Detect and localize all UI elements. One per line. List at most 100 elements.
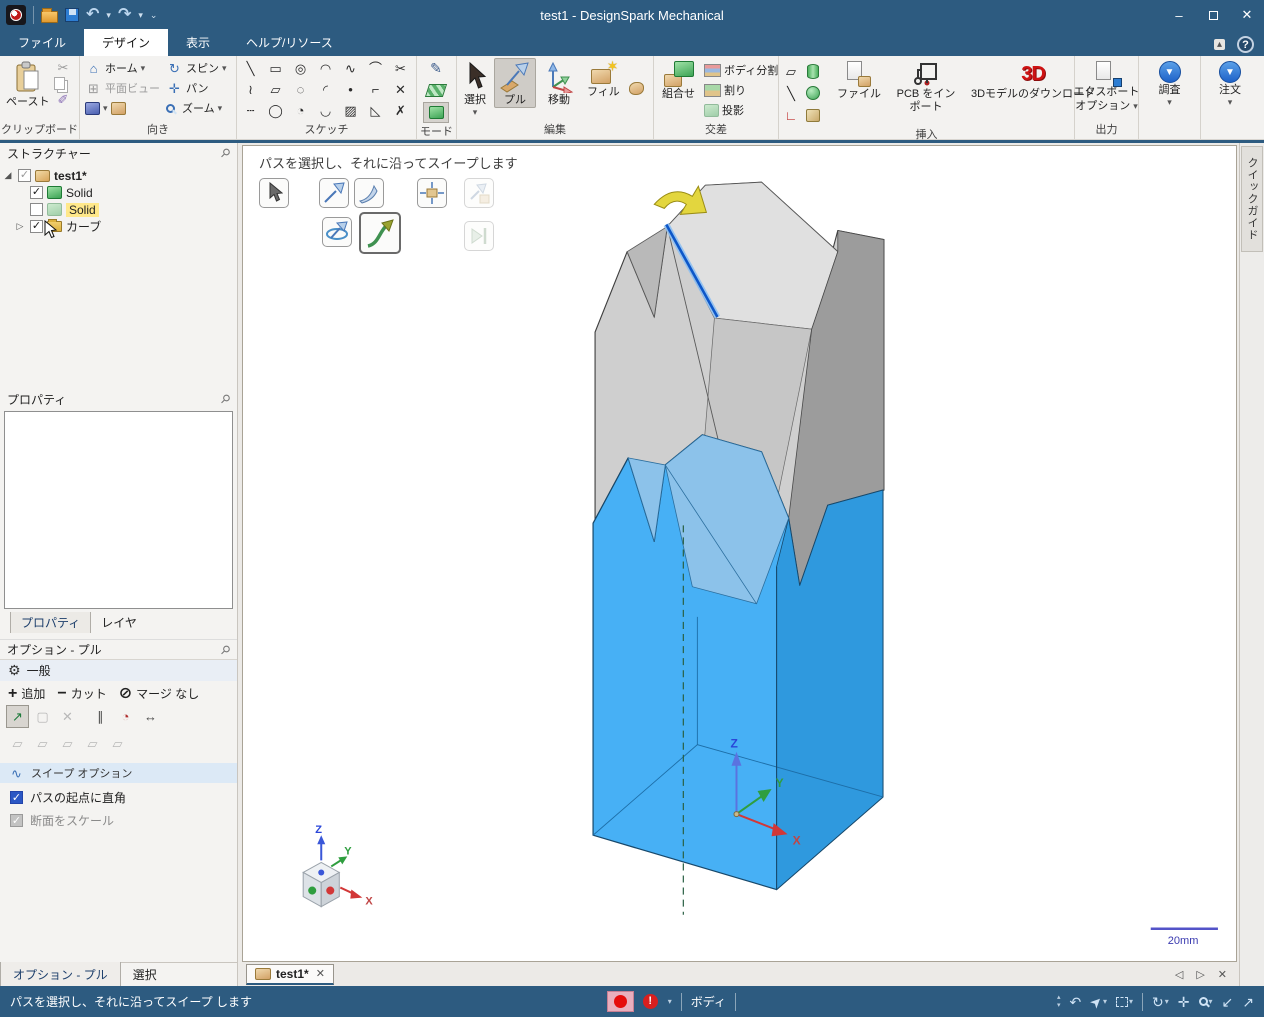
three-point-arc-icon[interactable]: ◜ bbox=[323, 83, 328, 96]
fill-sketch-icon[interactable]: ▨ bbox=[344, 104, 356, 117]
extrude-cube-icon[interactable]: ▱ bbox=[56, 732, 79, 755]
view-cube-button[interactable]: ▾ bbox=[85, 98, 160, 118]
subtract-icon[interactable]: − bbox=[57, 685, 66, 702]
line-icon[interactable]: ╲ bbox=[247, 62, 255, 75]
ruler-icon[interactable]: ↔ bbox=[139, 705, 162, 728]
cut-icon[interactable]: ✂ bbox=[54, 61, 71, 74]
status-pan-icon[interactable]: ✛ bbox=[1178, 995, 1190, 1009]
move-button[interactable]: 移動 bbox=[538, 58, 580, 108]
point-icon[interactable]: • bbox=[348, 83, 353, 96]
ribbon-collapse-icon[interactable]: ▴ bbox=[1213, 39, 1225, 50]
3d-scene[interactable]: Z Y X Z Y X 20mm bbox=[243, 146, 1236, 961]
replace-face-button[interactable] bbox=[628, 81, 644, 98]
close-button[interactable]: ✕ bbox=[1230, 0, 1264, 30]
warning-icon[interactable]: ! bbox=[642, 994, 658, 1009]
project-sketch-icon[interactable]: ◺ bbox=[371, 104, 381, 117]
sweep-tool-icon[interactable]: ↗ bbox=[6, 705, 29, 728]
redo-icon[interactable]: ↷ bbox=[118, 7, 131, 23]
export-options-button[interactable]: エクスポート オプション ▾ bbox=[1069, 58, 1145, 113]
pull-button[interactable]: プル bbox=[494, 58, 536, 108]
pan-button[interactable]: ✛ パン bbox=[166, 78, 227, 98]
no-merge-icon[interactable]: ⊘ bbox=[119, 685, 132, 702]
measure-button[interactable]: ▼ 調査 ▾ bbox=[1154, 58, 1186, 109]
model-viewport[interactable]: パスを選択し、それに沿ってスイープします Z Y X Z Y X 20mm bbox=[242, 145, 1237, 962]
perpendicular-checkbox[interactable]: ✓ bbox=[10, 791, 23, 804]
tree-row-root[interactable]: ◢ ✓ test1* bbox=[2, 167, 235, 184]
ellipse-icon[interactable]: ◯ bbox=[268, 104, 283, 117]
solid1-checkbox[interactable]: ✓ bbox=[30, 186, 43, 199]
bevel-cube-icon[interactable]: ▱ bbox=[31, 732, 54, 755]
save-icon[interactable] bbox=[65, 8, 79, 22]
doc-close-icon[interactable]: ✕ bbox=[316, 967, 325, 980]
tab-view[interactable]: 表示 bbox=[168, 29, 228, 56]
paste-button[interactable]: ペースト bbox=[1, 58, 54, 110]
section-mode-icon[interactable] bbox=[423, 80, 449, 101]
select-tool-button[interactable] bbox=[259, 178, 289, 208]
help-icon[interactable]: ? bbox=[1237, 36, 1254, 53]
sphere-icon[interactable] bbox=[806, 86, 820, 100]
solid-mode-icon[interactable] bbox=[423, 102, 449, 123]
sketch-mode-icon[interactable]: ✎ bbox=[423, 58, 449, 79]
pin-icon[interactable]: ⚲ bbox=[218, 391, 234, 407]
split-body-button[interactable]: ボディ分割 bbox=[704, 60, 778, 80]
plan-view-button[interactable]: ⊞ 平面ビュー bbox=[85, 78, 160, 98]
tangent-arc-icon[interactable]: ◠ bbox=[320, 62, 331, 75]
solid1-label[interactable]: Solid bbox=[66, 186, 93, 200]
caliper-icon[interactable]: ∥ bbox=[89, 705, 112, 728]
pull-face-icon[interactable]: ▢ bbox=[31, 705, 54, 728]
tab-selection[interactable]: 選択 bbox=[121, 962, 169, 987]
document-tab[interactable]: test1* ✕ bbox=[246, 963, 334, 985]
undo-dropdown-icon[interactable]: ▾ bbox=[106, 10, 111, 21]
blue-solid-selected[interactable] bbox=[592, 434, 884, 891]
perpendicular-checkbox-row[interactable]: ✓ パスの起点に直角 bbox=[0, 783, 237, 806]
polygon-icon[interactable]: ▱ bbox=[271, 83, 281, 96]
status-zoom-icon[interactable]: ▾ bbox=[1198, 997, 1213, 1006]
construction-circle-icon[interactable]: ◌ bbox=[297, 83, 305, 96]
merge-label[interactable]: マージ なし bbox=[136, 685, 199, 702]
sketch-line-icon[interactable]: ╲ bbox=[783, 87, 800, 100]
bend-line-icon[interactable]: ⌐ bbox=[372, 83, 380, 96]
curves-label[interactable]: カーブ bbox=[66, 218, 101, 235]
selection-filter-label[interactable]: ボディ bbox=[691, 993, 726, 1010]
construction-line-icon[interactable]: ┄ bbox=[247, 104, 255, 117]
spin-button[interactable]: ↻ スピン ▾ bbox=[166, 58, 226, 78]
crossed-arrows-icon[interactable]: ✕ bbox=[56, 705, 79, 728]
fill-button[interactable]: ✶ フィル bbox=[582, 58, 625, 100]
maximize-button[interactable] bbox=[1196, 0, 1230, 30]
trim-icon[interactable]: ✂ bbox=[395, 62, 406, 75]
split-button[interactable]: 割り bbox=[704, 80, 778, 100]
close-doc-list-icon[interactable]: ✕ bbox=[1218, 968, 1227, 981]
pin-icon[interactable]: ⚲ bbox=[218, 641, 234, 657]
scale-body-button[interactable] bbox=[417, 178, 447, 208]
tab-design[interactable]: デザイン bbox=[84, 29, 169, 56]
copy-icon[interactable] bbox=[54, 77, 66, 90]
sweep-arc-icon[interactable]: ◡ bbox=[320, 104, 331, 117]
shell-cube-icon[interactable]: ▱ bbox=[81, 732, 104, 755]
tree-row-curves[interactable]: ▷ ✓ カーブ bbox=[2, 218, 235, 235]
spinner-control[interactable]: ▴ ▾ bbox=[1057, 994, 1061, 1009]
corner-arc-icon[interactable]: ⌒ bbox=[369, 62, 382, 75]
polyline-icon[interactable]: ≀ bbox=[248, 83, 253, 96]
face-cube-icon[interactable]: ▱ bbox=[106, 732, 129, 755]
pin-icon[interactable]: ⚲ bbox=[218, 145, 234, 161]
root-checkbox[interactable]: ✓ bbox=[18, 169, 31, 182]
tree-row-solid1[interactable]: ✓ Solid bbox=[2, 184, 235, 201]
import-pcb-button[interactable]: PCB をインポート bbox=[890, 58, 962, 114]
rectangle-icon[interactable]: ▭ bbox=[269, 62, 281, 75]
undo-icon[interactable]: ↶ bbox=[86, 7, 99, 23]
tab-layers[interactable]: レイヤ bbox=[91, 612, 147, 633]
gauge-icon[interactable]: ◔ bbox=[114, 705, 137, 728]
circle-icon[interactable]: ◎ bbox=[295, 62, 306, 75]
up-to-button[interactable] bbox=[464, 221, 494, 251]
next-doc-icon[interactable]: ▷ bbox=[1196, 968, 1204, 981]
tab-properties[interactable]: プロパティ bbox=[10, 611, 92, 633]
cylinder-icon[interactable] bbox=[807, 63, 819, 79]
sweep-tool-button[interactable] bbox=[359, 212, 401, 254]
status-orbit-icon[interactable]: ↻ ▾ bbox=[1152, 995, 1169, 1009]
status-arrow-sw-icon[interactable]: ↙ bbox=[1222, 995, 1234, 1009]
tab-help[interactable]: ヘルプ/リソース bbox=[228, 29, 351, 56]
plane-icon[interactable]: ▱ bbox=[783, 65, 800, 78]
delete-sketch-icon[interactable]: ✗ bbox=[395, 104, 406, 117]
axis-icon[interactable]: ∟ bbox=[783, 109, 800, 122]
app-logo-icon[interactable] bbox=[6, 5, 26, 25]
